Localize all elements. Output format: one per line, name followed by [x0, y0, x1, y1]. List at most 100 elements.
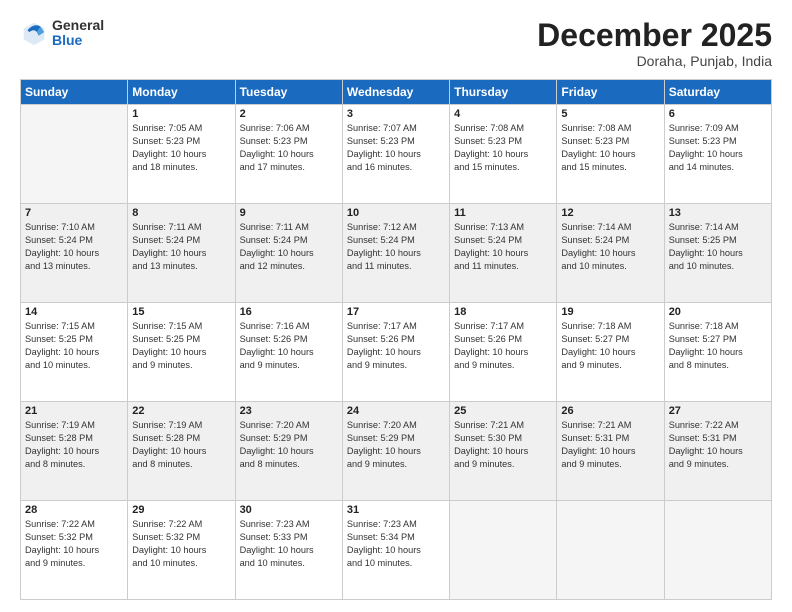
day-info: Sunrise: 7:20 AM Sunset: 5:29 PM Dayligh… [347, 419, 445, 471]
calendar-cell: 12 Sunrise: 7:14 AM Sunset: 5:24 PM Dayli… [557, 204, 664, 303]
calendar-cell: 8Sunrise: 7:11 AM Sunset: 5:24 PM Daylig… [128, 204, 235, 303]
calendar-cell: 31Sunrise: 7:23 AM Sunset: 5:34 PM Dayli… [342, 501, 449, 600]
day-number: 27 [669, 405, 767, 417]
day-info: Sunrise: 7:19 AM Sunset: 5:28 PM Dayligh… [132, 419, 230, 471]
day-info: Sunrise: 7:23 AM Sunset: 5:33 PM Dayligh… [240, 518, 338, 570]
calendar-cell: 10 Sunrise: 7:12 AM Sunset: 5:24 PM Dayli… [342, 204, 449, 303]
day-number: 30 [240, 504, 338, 516]
calendar-week-row: 14 Sunrise: 7:15 AM Sunset: 5:25 PM Dayli… [21, 303, 772, 402]
calendar-cell [664, 501, 771, 600]
calendar-cell: 29Sunrise: 7:22 AM Sunset: 5:32 PM Dayli… [128, 501, 235, 600]
day-number: 7 [25, 207, 123, 219]
day-info: Sunrise: 7:15 AM Sunset: 5:25 PM Dayligh… [25, 320, 123, 372]
day-number: 21 [25, 405, 123, 417]
calendar-cell: 27 Sunrise: 7:22 AM Sunset: 5:31 PM Dayli… [664, 402, 771, 501]
day-number: 19 [561, 306, 659, 318]
day-info: Sunrise: 7:05 AM Sunset: 5:23 PM Dayligh… [132, 122, 230, 174]
calendar-cell: 1 Sunrise: 7:05 AM Sunset: 5:23 PM Daylig… [128, 105, 235, 204]
day-info: Sunrise: 7:19 AM Sunset: 5:28 PM Dayligh… [25, 419, 123, 471]
calendar-cell: 18Sunrise: 7:17 AM Sunset: 5:26 PM Dayli… [450, 303, 557, 402]
day-header-thursday: Thursday [450, 80, 557, 105]
calendar-cell [557, 501, 664, 600]
calendar-cell: 26 Sunrise: 7:21 AM Sunset: 5:31 PM Dayli… [557, 402, 664, 501]
location: Doraha, Punjab, India [537, 53, 772, 69]
day-info: Sunrise: 7:18 AM Sunset: 5:27 PM Dayligh… [561, 320, 659, 372]
logo: General Blue [20, 18, 104, 49]
day-info: Sunrise: 7:11 AM Sunset: 5:24 PM Dayligh… [240, 221, 338, 273]
day-number: 12 [561, 207, 659, 219]
day-number: 23 [240, 405, 338, 417]
calendar-cell: 14 Sunrise: 7:15 AM Sunset: 5:25 PM Dayli… [21, 303, 128, 402]
calendar-cell: 25 Sunrise: 7:21 AM Sunset: 5:30 PM Dayli… [450, 402, 557, 501]
day-number: 10 [347, 207, 445, 219]
day-info: Sunrise: 7:22 AM Sunset: 5:32 PM Dayligh… [25, 518, 123, 570]
day-info: Sunrise: 7:07 AM Sunset: 5:23 PM Dayligh… [347, 122, 445, 174]
day-number: 4 [454, 108, 552, 120]
day-info: Sunrise: 7:14 AM Sunset: 5:24 PM Dayligh… [561, 221, 659, 273]
logo-text: General Blue [52, 18, 104, 49]
day-number: 8 [132, 207, 230, 219]
calendar-header-row: SundayMondayTuesdayWednesdayThursdayFrid… [21, 80, 772, 105]
day-info: Sunrise: 7:12 AM Sunset: 5:24 PM Dayligh… [347, 221, 445, 273]
day-number: 25 [454, 405, 552, 417]
calendar-week-row: 21 Sunrise: 7:19 AM Sunset: 5:28 PM Dayli… [21, 402, 772, 501]
calendar-cell [450, 501, 557, 600]
day-number: 11 [454, 207, 552, 219]
day-info: Sunrise: 7:20 AM Sunset: 5:29 PM Dayligh… [240, 419, 338, 471]
calendar-cell: 30 Sunrise: 7:23 AM Sunset: 5:33 PM Dayli… [235, 501, 342, 600]
day-info: Sunrise: 7:06 AM Sunset: 5:23 PM Dayligh… [240, 122, 338, 174]
calendar-cell: 24Sunrise: 7:20 AM Sunset: 5:29 PM Dayli… [342, 402, 449, 501]
day-number: 3 [347, 108, 445, 120]
day-number: 16 [240, 306, 338, 318]
day-number: 14 [25, 306, 123, 318]
day-number: 2 [240, 108, 338, 120]
calendar-cell: 2 Sunrise: 7:06 AM Sunset: 5:23 PM Daylig… [235, 105, 342, 204]
day-header-tuesday: Tuesday [235, 80, 342, 105]
day-info: Sunrise: 7:21 AM Sunset: 5:31 PM Dayligh… [561, 419, 659, 471]
calendar-cell: 23 Sunrise: 7:20 AM Sunset: 5:29 PM Dayli… [235, 402, 342, 501]
day-number: 9 [240, 207, 338, 219]
day-number: 29 [132, 504, 230, 516]
day-info: Sunrise: 7:10 AM Sunset: 5:24 PM Dayligh… [25, 221, 123, 273]
day-info: Sunrise: 7:23 AM Sunset: 5:34 PM Dayligh… [347, 518, 445, 570]
day-info: Sunrise: 7:17 AM Sunset: 5:26 PM Dayligh… [347, 320, 445, 372]
logo-general-text: General [52, 18, 104, 33]
page: General Blue December 2025 Doraha, Punja… [0, 0, 792, 612]
day-info: Sunrise: 7:13 AM Sunset: 5:24 PM Dayligh… [454, 221, 552, 273]
day-header-wednesday: Wednesday [342, 80, 449, 105]
day-number: 22 [132, 405, 230, 417]
day-number: 5 [561, 108, 659, 120]
day-header-sunday: Sunday [21, 80, 128, 105]
day-info: Sunrise: 7:17 AM Sunset: 5:26 PM Dayligh… [454, 320, 552, 372]
calendar-table: SundayMondayTuesdayWednesdayThursdayFrid… [20, 79, 772, 600]
day-number: 28 [25, 504, 123, 516]
day-info: Sunrise: 7:16 AM Sunset: 5:26 PM Dayligh… [240, 320, 338, 372]
calendar-week-row: 1 Sunrise: 7:05 AM Sunset: 5:23 PM Daylig… [21, 105, 772, 204]
day-number: 17 [347, 306, 445, 318]
calendar-week-row: 28 Sunrise: 7:22 AM Sunset: 5:32 PM Dayli… [21, 501, 772, 600]
day-info: Sunrise: 7:21 AM Sunset: 5:30 PM Dayligh… [454, 419, 552, 471]
day-header-saturday: Saturday [664, 80, 771, 105]
calendar-cell [21, 105, 128, 204]
calendar-week-row: 7 Sunrise: 7:10 AM Sunset: 5:24 PM Daylig… [21, 204, 772, 303]
day-info: Sunrise: 7:22 AM Sunset: 5:31 PM Dayligh… [669, 419, 767, 471]
calendar-cell: 4Sunrise: 7:08 AM Sunset: 5:23 PM Daylig… [450, 105, 557, 204]
month-title: December 2025 [537, 18, 772, 53]
calendar-cell: 5Sunrise: 7:08 AM Sunset: 5:23 PM Daylig… [557, 105, 664, 204]
day-number: 1 [132, 108, 230, 120]
calendar-cell: 17 Sunrise: 7:17 AM Sunset: 5:26 PM Dayli… [342, 303, 449, 402]
day-number: 6 [669, 108, 767, 120]
calendar-cell: 3 Sunrise: 7:07 AM Sunset: 5:23 PM Daylig… [342, 105, 449, 204]
day-number: 13 [669, 207, 767, 219]
day-number: 26 [561, 405, 659, 417]
calendar-cell: 20Sunrise: 7:18 AM Sunset: 5:27 PM Dayli… [664, 303, 771, 402]
logo-icon [20, 19, 48, 47]
calendar-cell: 6 Sunrise: 7:09 AM Sunset: 5:23 PM Daylig… [664, 105, 771, 204]
day-info: Sunrise: 7:09 AM Sunset: 5:23 PM Dayligh… [669, 122, 767, 174]
logo-blue-text: Blue [52, 33, 104, 48]
day-info: Sunrise: 7:18 AM Sunset: 5:27 PM Dayligh… [669, 320, 767, 372]
calendar-cell: 9 Sunrise: 7:11 AM Sunset: 5:24 PM Daylig… [235, 204, 342, 303]
calendar-cell: 11 Sunrise: 7:13 AM Sunset: 5:24 PM Dayli… [450, 204, 557, 303]
calendar-cell: 19 Sunrise: 7:18 AM Sunset: 5:27 PM Dayli… [557, 303, 664, 402]
calendar-cell: 16 Sunrise: 7:16 AM Sunset: 5:26 PM Dayli… [235, 303, 342, 402]
